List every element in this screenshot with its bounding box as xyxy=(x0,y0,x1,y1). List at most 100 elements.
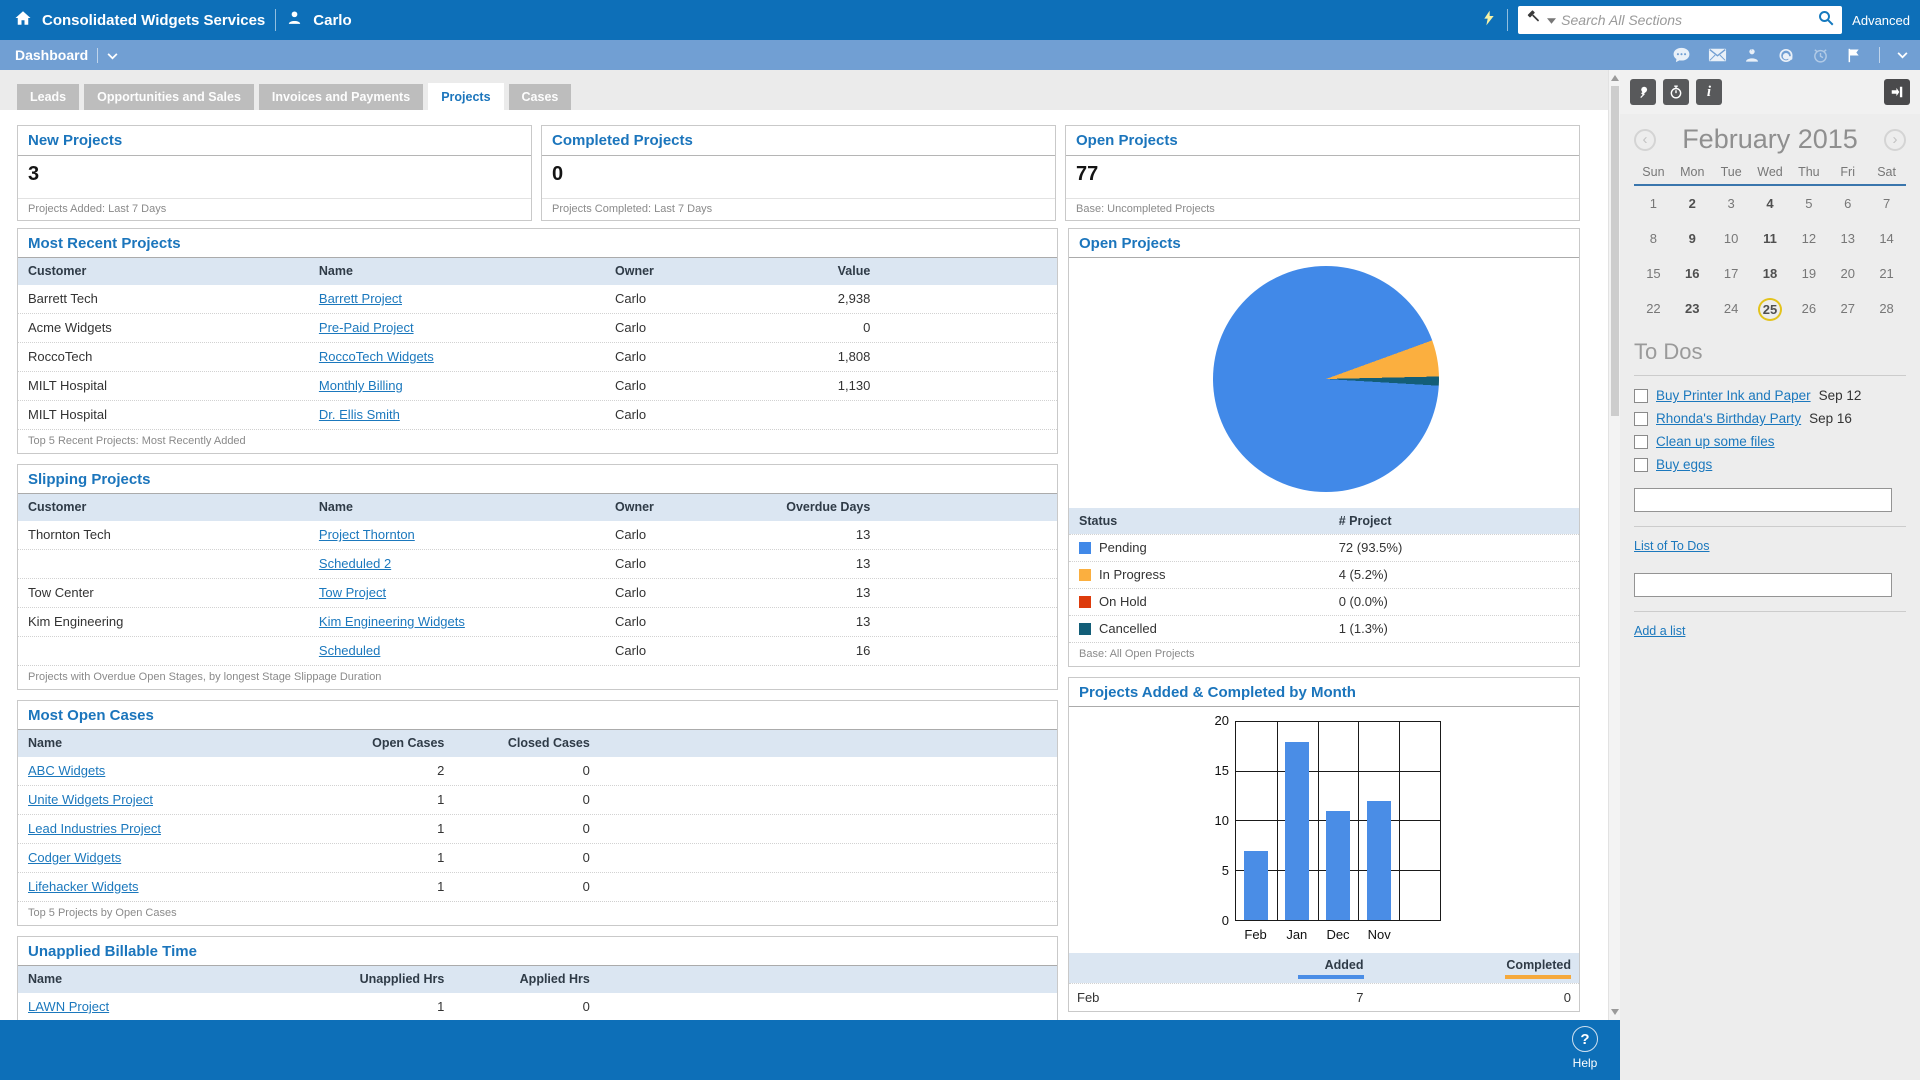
support-headset-icon[interactable] xyxy=(1777,47,1795,64)
slipping-projects-link[interactable]: Project Thornton xyxy=(319,527,415,542)
search-box[interactable] xyxy=(1518,6,1842,34)
calendar-day[interactable]: 10 xyxy=(1712,221,1751,256)
scroll-up-arrow-icon[interactable] xyxy=(1611,75,1619,81)
advanced-search-link[interactable]: Advanced xyxy=(1852,13,1910,28)
column-header[interactable]: Customer xyxy=(18,494,309,521)
calendar-day[interactable]: 25 xyxy=(1751,291,1790,327)
column-header[interactable]: Value xyxy=(740,258,880,285)
column-header[interactable]: Closed Cases xyxy=(454,730,599,757)
help-button[interactable]: ? Help xyxy=(1560,1026,1610,1070)
chat-icon[interactable] xyxy=(1672,47,1691,63)
calendar-day[interactable]: 16 xyxy=(1673,256,1712,291)
column-header[interactable]: Unapplied Hrs xyxy=(309,966,454,993)
most-recent-projects-link[interactable]: RoccoTech Widgets xyxy=(319,349,434,364)
column-header[interactable]: Owner xyxy=(605,258,740,285)
calendar-day[interactable]: 15 xyxy=(1634,256,1673,291)
slipping-projects-link[interactable]: Kim Engineering Widgets xyxy=(319,614,465,629)
column-header[interactable]: Name xyxy=(18,730,309,757)
calendar-day[interactable]: 13 xyxy=(1828,221,1867,256)
search-category-icon[interactable] xyxy=(1525,9,1542,31)
todo-link[interactable]: Clean up some files xyxy=(1656,434,1775,449)
calendar-day[interactable]: 1 xyxy=(1634,186,1673,221)
tab-invoices-and-payments[interactable]: Invoices and Payments xyxy=(259,84,423,110)
panel-title[interactable]: Projects Added & Completed by Month xyxy=(1069,678,1579,707)
calendar-day[interactable]: 18 xyxy=(1751,256,1790,291)
column-header[interactable]: Name xyxy=(309,258,605,285)
calendar-day[interactable]: 4 xyxy=(1751,186,1790,221)
calendar-day[interactable]: 24 xyxy=(1712,291,1751,327)
todo-checkbox[interactable] xyxy=(1634,458,1648,472)
column-header[interactable]: Customer xyxy=(18,258,309,285)
most-open-cases-link[interactable]: ABC Widgets xyxy=(28,763,105,778)
mail-icon[interactable] xyxy=(1708,48,1727,62)
main-scrollbar[interactable] xyxy=(1608,70,1620,1020)
flag-icon[interactable] xyxy=(1846,47,1862,64)
most-open-cases-link[interactable]: Unite Widgets Project xyxy=(28,792,153,807)
panel-title[interactable]: Slipping Projects xyxy=(18,465,1057,494)
calendar-next-icon[interactable]: › xyxy=(1884,129,1906,151)
slipping-projects-link[interactable]: Tow Project xyxy=(319,585,386,600)
most-recent-projects-link[interactable]: Dr. Ellis Smith xyxy=(319,407,400,422)
todo-checkbox[interactable] xyxy=(1634,435,1648,449)
todo-checkbox[interactable] xyxy=(1634,389,1648,403)
column-header[interactable]: Owner xyxy=(605,494,740,521)
most-open-cases-link[interactable]: Lead Industries Project xyxy=(28,821,161,836)
home-icon[interactable] xyxy=(14,9,32,32)
most-recent-projects-link[interactable]: Monthly Billing xyxy=(319,378,403,393)
most-open-cases-link[interactable]: Codger Widgets xyxy=(28,850,121,865)
list-of-todos-link[interactable]: List of To Dos xyxy=(1634,539,1710,553)
todo-checkbox[interactable] xyxy=(1634,412,1648,426)
column-header[interactable]: Status xyxy=(1079,514,1339,528)
calendar-day[interactable]: 7 xyxy=(1867,186,1906,221)
slipping-projects-link[interactable]: Scheduled 2 xyxy=(319,556,391,571)
search-category-caret-icon[interactable] xyxy=(1547,11,1556,29)
calendar-day[interactable]: 27 xyxy=(1828,291,1867,327)
todo-link[interactable]: Rhonda's Birthday Party xyxy=(1656,411,1801,426)
legend-column-completed[interactable]: Completed xyxy=(1364,958,1572,979)
quick-launch-icon[interactable] xyxy=(1481,8,1497,33)
tab-projects[interactable]: Projects xyxy=(428,83,503,110)
calendar-day[interactable]: 26 xyxy=(1789,291,1828,327)
card-title[interactable]: Completed Projects xyxy=(542,126,1055,156)
panel-title[interactable]: Unapplied Billable Time xyxy=(18,937,1057,966)
search-icon[interactable] xyxy=(1817,9,1835,32)
calendar-day[interactable]: 19 xyxy=(1789,256,1828,291)
company-name[interactable]: Consolidated Widgets Services xyxy=(42,12,265,29)
pin-icon[interactable] xyxy=(1630,79,1656,105)
info-icon[interactable]: i xyxy=(1696,79,1722,105)
tab-opportunities-and-sales[interactable]: Opportunities and Sales xyxy=(84,84,254,110)
stopwatch-icon[interactable] xyxy=(1663,79,1689,105)
new-todo-input[interactable] xyxy=(1634,488,1892,512)
todo-link[interactable]: Buy Printer Ink and Paper xyxy=(1656,388,1811,403)
contact-icon[interactable]: ? xyxy=(1744,47,1760,63)
legend-column-added[interactable]: Added xyxy=(1225,958,1363,979)
calendar-prev-icon[interactable]: ‹ xyxy=(1634,129,1656,151)
most-recent-projects-link[interactable]: Barrett Project xyxy=(319,291,402,306)
column-header[interactable]: Applied Hrs xyxy=(454,966,599,993)
calendar-day[interactable]: 3 xyxy=(1712,186,1751,221)
panel-title[interactable]: Open Projects xyxy=(1069,229,1579,258)
column-header[interactable]: Name xyxy=(18,966,309,993)
calendar-day[interactable]: 23 xyxy=(1673,291,1712,327)
calendar-day[interactable]: 5 xyxy=(1789,186,1828,221)
calendar-day[interactable]: 28 xyxy=(1867,291,1906,327)
help-icon[interactable]: ? xyxy=(1572,1026,1598,1052)
scrollbar-thumb[interactable] xyxy=(1611,86,1619,416)
calendar-day[interactable]: 14 xyxy=(1867,221,1906,256)
slipping-projects-link[interactable]: Scheduled xyxy=(319,643,380,658)
search-input[interactable] xyxy=(1561,12,1812,28)
add-a-list-link[interactable]: Add a list xyxy=(1634,624,1685,638)
column-header[interactable]: Overdue Days xyxy=(740,494,880,521)
section-switcher[interactable]: Dashboard xyxy=(0,47,118,63)
tab-cases[interactable]: Cases xyxy=(509,84,572,110)
column-header[interactable]: Name xyxy=(309,494,605,521)
panel-title[interactable]: Most Open Cases xyxy=(18,701,1057,730)
todo-list-select-input[interactable] xyxy=(1634,573,1892,597)
calendar-day[interactable]: 11 xyxy=(1751,221,1790,256)
nav-more-chevron-icon[interactable] xyxy=(1897,52,1908,59)
tab-leads[interactable]: Leads xyxy=(17,84,79,110)
column-header[interactable]: # Project xyxy=(1339,514,1392,528)
chevron-down-icon[interactable] xyxy=(107,47,118,63)
calendar-day[interactable]: 2 xyxy=(1673,186,1712,221)
calendar-day[interactable]: 12 xyxy=(1789,221,1828,256)
